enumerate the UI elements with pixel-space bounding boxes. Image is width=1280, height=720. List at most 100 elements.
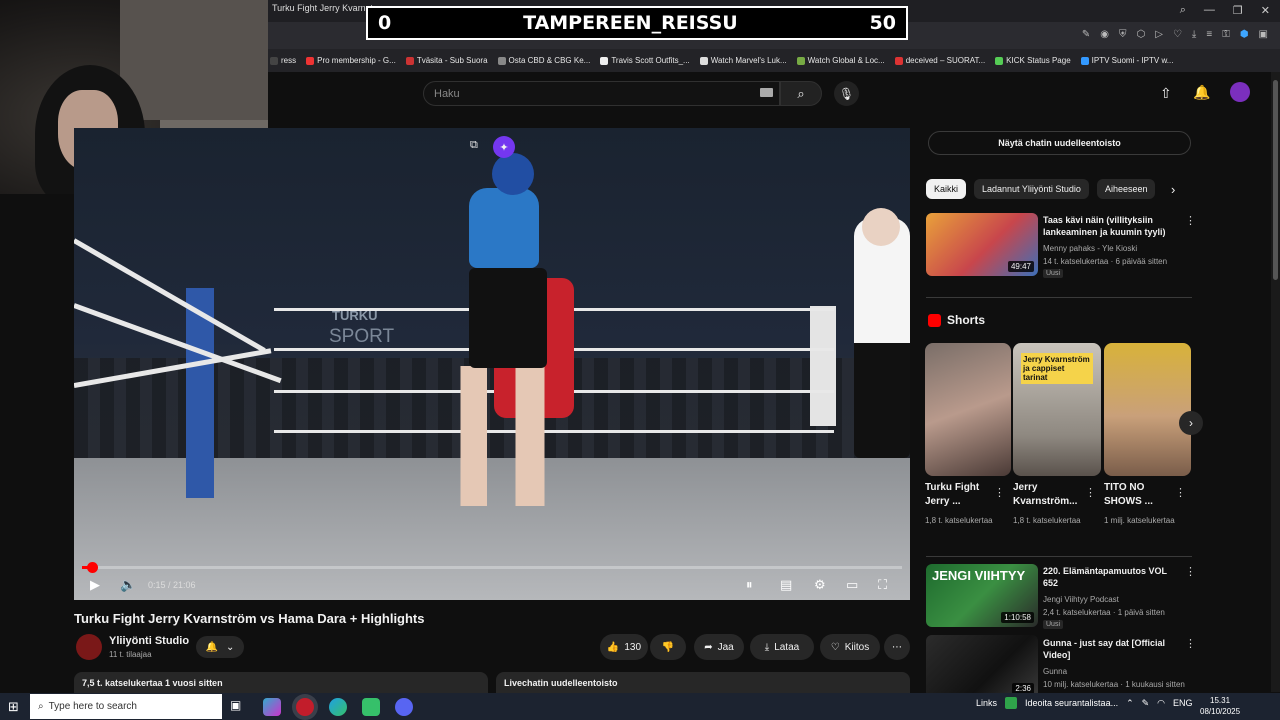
bookmark-label: Watch Global & Loc...: [807, 56, 885, 65]
search-input[interactable]: Haku: [423, 81, 780, 106]
more-vertical-icon[interactable]: ⋮: [1085, 486, 1096, 499]
green-app-icon[interactable]: [362, 698, 380, 716]
show-chat-replay-button[interactable]: Näytä chatin uudelleentoisto: [928, 131, 1191, 155]
subtitles-icon[interactable]: ▤: [780, 577, 792, 593]
taskbar-search-input[interactable]: ⌕ Type here to search: [30, 694, 222, 719]
short-title[interactable]: Turku Fight Jerry ...: [925, 481, 991, 509]
short-title[interactable]: TITO NO SHOWS ...: [1104, 481, 1170, 509]
opera-icon[interactable]: [296, 698, 314, 716]
recommended-thumbnail[interactable]: 2:36: [926, 635, 1038, 698]
fullscreen-icon[interactable]: ⛶: [878, 577, 887, 593]
play-icon[interactable]: ▶: [90, 577, 100, 593]
page-scrollbar-thumb[interactable]: [1273, 80, 1278, 280]
more-vertical-icon[interactable]: ⋮: [994, 486, 1005, 499]
chip-related[interactable]: Aiheeseen: [1096, 179, 1156, 199]
download-button[interactable]: ⤓ Lataa: [750, 634, 814, 660]
recommended-channel[interactable]: Menny pahaks - Yle Kioski: [1043, 243, 1183, 254]
progress-scrubber[interactable]: [86, 562, 98, 573]
recommended-title[interactable]: Taas kävi näin (villityksiin lankeaminen…: [1043, 214, 1175, 238]
voice-search-button[interactable]: 🎙: [834, 81, 859, 106]
user-avatar[interactable]: [1230, 82, 1250, 102]
windows-start-icon[interactable]: ⊞: [8, 699, 19, 715]
news-ticker[interactable]: Ideoita seurantalistaa...: [1025, 698, 1118, 708]
recommended-title[interactable]: Gunna - just say dat [Official Video]: [1043, 637, 1175, 661]
bookmark-item[interactable]: deceived – SUORAT...: [894, 56, 985, 65]
bookmark-item[interactable]: IPTV Suomi - IPTV w...: [1080, 56, 1173, 65]
dislike-button[interactable]: 👎: [650, 634, 686, 660]
thanks-button[interactable]: ♡ Kiitos: [820, 634, 880, 660]
recommended-title[interactable]: 220. Elämäntapamuutos VOL 652: [1043, 565, 1175, 589]
more-vertical-icon[interactable]: ⋮: [1175, 486, 1186, 499]
play-icon[interactable]: ▷: [1155, 29, 1163, 40]
edit-icon[interactable]: ✎: [1082, 29, 1090, 40]
chip-all[interactable]: Kaikki: [926, 179, 967, 199]
bookmark-item[interactable]: Travis Scott Outfits_...: [600, 56, 690, 65]
bookmark-item[interactable]: Pro membership - G...: [306, 56, 396, 65]
task-view-icon[interactable]: ▣: [230, 698, 248, 716]
bookmark-item[interactable]: KICK Status Page: [995, 56, 1071, 65]
subscriber-count: 11 t. tilaajaa: [109, 650, 152, 659]
wifi-icon[interactable]: ◠: [1157, 698, 1165, 709]
sparkle-extension-icon[interactable]: ✦: [493, 136, 515, 158]
taskbar-clock[interactable]: 15.31 08/10/2025: [1200, 695, 1240, 717]
extension-icon[interactable]: ⬢: [1240, 29, 1249, 40]
short-title[interactable]: Jerry Kvarnström...: [1013, 481, 1079, 509]
minimize-icon[interactable]: —: [1204, 4, 1215, 17]
close-icon[interactable]: ✕: [1261, 4, 1270, 17]
short-thumbnail[interactable]: [925, 343, 1011, 476]
recommended-channel[interactable]: Jengi Viihtyy Podcast: [1043, 594, 1183, 605]
links-toolbar[interactable]: Links: [976, 698, 997, 708]
short-thumbnail[interactable]: [1104, 343, 1191, 476]
menu-icon[interactable]: ≡: [1206, 29, 1212, 40]
download-icon[interactable]: ⤓: [1192, 29, 1196, 40]
short-thumbnail[interactable]: Jerry Kvarnström ja cappiset tarinat: [1013, 343, 1101, 476]
notifications-bell-icon[interactable]: 🔔: [1193, 84, 1210, 101]
theater-mode-icon[interactable]: ▭: [846, 577, 858, 593]
more-vertical-icon[interactable]: ⋮: [1185, 565, 1196, 578]
shield-icon[interactable]: ⛨: [1119, 29, 1127, 40]
chevron-right-icon[interactable]: ›: [1171, 182, 1175, 197]
bookmark-item[interactable]: Osta CBD & CBG Ke...: [497, 56, 590, 65]
edge-icon[interactable]: [329, 698, 347, 716]
bookmark-item[interactable]: Tväsita - Sub Suora: [405, 56, 488, 65]
search-button[interactable]: ⌕: [780, 81, 822, 106]
browser-search-icon[interactable]: ⌕: [1180, 4, 1186, 17]
recommended-channel[interactable]: Gunna: [1043, 666, 1183, 677]
share-button[interactable]: ➦ Jaa: [694, 634, 744, 660]
lock-icon[interactable]: ⚿: [1222, 29, 1230, 40]
chevron-right-icon: ›: [1189, 416, 1193, 430]
channel-avatar[interactable]: [76, 634, 102, 660]
recommended-thumbnail[interactable]: 49:47: [926, 213, 1038, 276]
language-indicator[interactable]: ENG: [1173, 698, 1193, 708]
discord-icon[interactable]: [395, 698, 413, 716]
pen-icon[interactable]: ✎: [1142, 698, 1150, 709]
recommended-thumbnail[interactable]: JENGI VIIHTYY 1:10:58: [926, 564, 1038, 627]
heart-icon[interactable]: ♡: [1173, 29, 1182, 40]
autoplay-toggle[interactable]: ⏸: [746, 577, 753, 593]
cube-icon[interactable]: ⬡: [1137, 29, 1146, 40]
volume-icon[interactable]: 🔈: [120, 577, 136, 593]
sidebar-icon[interactable]: ▣: [1259, 29, 1268, 40]
video-player[interactable]: TURKU SPORT ⧉ ✦ ▶ 🔈 0:15 / 21:06 ⏸ ▤ ⚙ ▭…: [74, 128, 910, 600]
more-actions-button[interactable]: ⋯: [884, 634, 910, 660]
video-duration: 1:10:58: [1001, 612, 1034, 623]
more-vertical-icon[interactable]: ⋮: [1185, 637, 1196, 650]
camera-icon[interactable]: ◉: [1100, 29, 1109, 40]
bookmark-item[interactable]: Watch Marvel's Luk...: [699, 56, 787, 65]
bookmark-item[interactable]: Watch Global & Loc...: [796, 56, 885, 65]
channel-name[interactable]: Yliiyönti Studio: [109, 635, 189, 647]
chip-uploaded-by[interactable]: Ladannut Yliiyönti Studio: [974, 179, 1089, 199]
like-button[interactable]: 👍 130: [600, 634, 648, 660]
keyboard-icon[interactable]: [760, 88, 773, 97]
settings-gear-icon[interactable]: ⚙: [814, 577, 826, 593]
bookmark-item[interactable]: ress: [270, 56, 296, 65]
copilot-icon[interactable]: [263, 698, 281, 716]
shorts-next-button[interactable]: ›: [1179, 411, 1203, 435]
maximize-icon[interactable]: ❐: [1233, 4, 1243, 17]
progress-bar[interactable]: [82, 566, 902, 569]
chevron-up-icon[interactable]: ⌃: [1126, 698, 1134, 709]
popout-window-icon[interactable]: ⧉: [470, 139, 486, 155]
more-vertical-icon[interactable]: ⋮: [1185, 214, 1196, 227]
upload-icon[interactable]: ⇧: [1160, 85, 1172, 102]
subscription-bell-button[interactable]: 🔔 ⌄: [196, 636, 244, 658]
